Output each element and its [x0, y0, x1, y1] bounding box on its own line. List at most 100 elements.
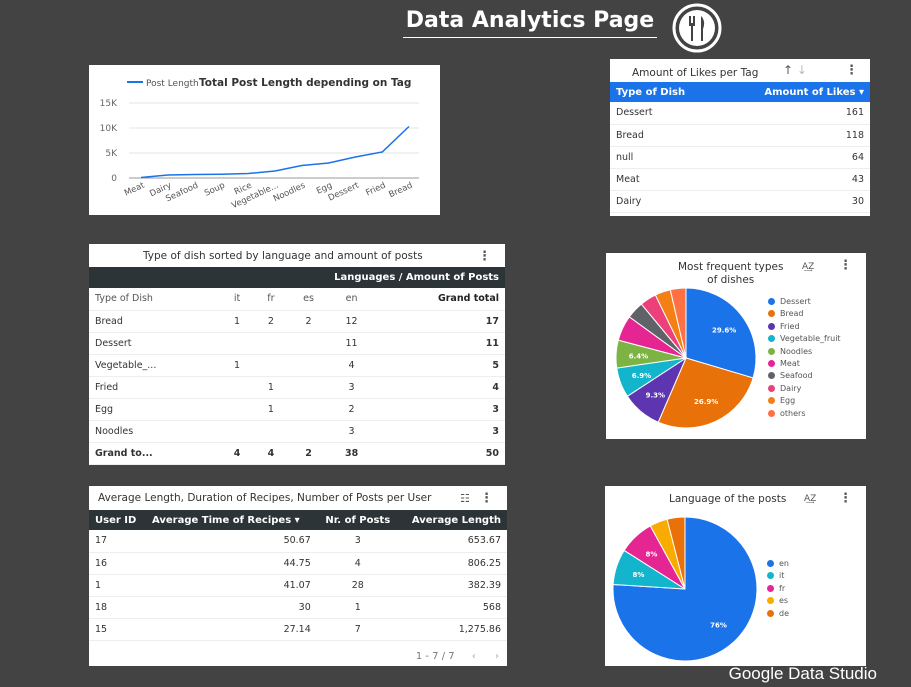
x-tick-label: Bread — [387, 181, 414, 201]
cell — [220, 332, 254, 355]
slice-label: 9.3% — [646, 391, 665, 399]
likes-table-card: Amount of Likes per Tag ↑ ↓ ⋮ Type of Di… — [610, 59, 870, 216]
legend-item[interactable]: Meat — [768, 359, 800, 368]
legend-item[interactable]: fr — [767, 584, 785, 593]
slice-label: 76% — [710, 622, 727, 630]
legend-label: en — [779, 559, 789, 568]
table-row: Noodles 3 3 — [89, 420, 505, 443]
more-menu-icon[interactable]: ⋮ — [480, 492, 493, 505]
cell: 30 — [146, 596, 317, 619]
avg-table-title: Average Length, Duration of Recipes, Num… — [98, 492, 432, 504]
col-header[interactable]: Type of Dish — [89, 288, 221, 311]
legend-item[interactable]: Dessert — [768, 297, 811, 306]
table-row: Dessert 11 11 — [89, 332, 505, 355]
col-header[interactable]: Nr. of Posts — [316, 510, 399, 530]
more-menu-icon[interactable]: ⋮ — [478, 250, 491, 263]
cell: 1 — [89, 574, 146, 597]
cell: Dessert — [610, 102, 720, 125]
cell: 4 — [316, 552, 399, 575]
cell — [220, 420, 254, 443]
col-header[interactable]: es — [288, 288, 329, 311]
cell: 28 — [316, 574, 399, 597]
legend-swatch — [768, 372, 775, 380]
next-page-icon[interactable]: › — [495, 651, 499, 662]
legend-label: Dairy — [780, 383, 802, 393]
legend-item[interactable]: Seafood — [768, 371, 813, 380]
pivot-table-card: Type of dish sorted by language and amou… — [89, 244, 505, 465]
cell: 16 — [89, 552, 146, 575]
cell — [220, 376, 254, 399]
legend-item[interactable]: de — [767, 609, 789, 618]
legend-swatch — [768, 298, 775, 305]
col-header[interactable]: fr — [253, 288, 289, 311]
y-tick-label: 15K — [100, 99, 118, 109]
cell — [288, 332, 329, 355]
cell: 15 — [89, 618, 146, 641]
cell: 17 — [89, 530, 146, 553]
legend-item[interactable]: en — [767, 559, 789, 568]
cell: Bread — [89, 310, 221, 333]
col-header[interactable]: User ID — [89, 510, 146, 530]
legend-swatch — [768, 409, 775, 417]
table-row: Dairy 30 — [610, 190, 870, 213]
lang-pie-card: Language of the posts A͢Z ⋮ 76% 8% 8% en it… — [605, 486, 866, 666]
filter-icon[interactable]: ☷ — [460, 492, 470, 505]
legend-swatch — [768, 384, 775, 392]
legend-swatch — [768, 360, 775, 367]
cell: 4 — [253, 442, 289, 465]
table-row: null 64 — [610, 146, 870, 169]
table-row: Vegetable_... 1 4 5 — [89, 354, 505, 377]
legend-item[interactable]: Bread — [768, 309, 804, 318]
likes-table-title: Amount of Likes per Tag — [632, 67, 759, 79]
cell: 2 — [288, 442, 329, 465]
legend-swatch — [768, 397, 775, 405]
cell: 4 — [374, 376, 505, 399]
group-header-label: Languages / Amount of Posts — [334, 272, 499, 283]
cell: 2 — [253, 310, 289, 333]
legend-swatch — [767, 609, 774, 617]
cell: Bread — [610, 124, 720, 147]
cell: 806.25 — [398, 552, 507, 575]
cell: 5 — [374, 354, 505, 377]
cell — [288, 376, 329, 399]
more-menu-icon[interactable]: ⋮ — [845, 64, 858, 77]
cell: Noodles — [89, 420, 221, 443]
x-tick-label: Dessert — [327, 180, 361, 203]
col-header[interactable]: Grand total — [374, 288, 505, 311]
page-title: Data Analytics Page — [403, 6, 657, 38]
table-row: Bread 118 — [610, 124, 870, 147]
pivot-table: Type of Dish it fr es en Grand total Bre… — [89, 288, 505, 465]
cell — [253, 332, 289, 355]
col-header[interactable]: it — [220, 288, 254, 311]
cell: 382.39 — [398, 574, 507, 597]
legend-item[interactable]: Fried — [768, 322, 800, 331]
legend-label: Egg — [780, 396, 796, 406]
col-header-likes[interactable]: Amount of Likes ▾ — [719, 82, 870, 102]
legend-item[interactable]: es — [767, 596, 788, 605]
prev-page-icon[interactable]: ‹ — [472, 651, 476, 662]
table-row: Bread 1 2 2 12 17 — [89, 310, 505, 333]
legend-swatch — [767, 560, 774, 567]
cell: Vegetable_... — [89, 354, 221, 377]
legend-item[interactable]: others — [768, 409, 805, 418]
legend-item[interactable]: it — [767, 571, 784, 580]
col-header[interactable]: Average Length — [398, 510, 507, 530]
col-header[interactable]: Average Time of Recipes ▾ — [146, 510, 317, 530]
col-header-dish[interactable]: Type of Dish — [610, 82, 720, 102]
cell — [288, 420, 329, 443]
col-header[interactable]: en — [328, 288, 375, 311]
sort-arrows-icon[interactable]: ↑ ↓ — [783, 64, 807, 77]
cell: 4 — [220, 442, 254, 465]
cell: 1 — [316, 596, 399, 619]
slice-label: 26.9% — [694, 398, 718, 406]
pivot-table-title: Type of dish sorted by language and amou… — [143, 250, 423, 262]
legend-item[interactable]: Vegetable_fruit — [768, 334, 841, 343]
legend-item[interactable]: Egg — [768, 396, 795, 405]
cell: Dessert — [89, 332, 221, 355]
legend-swatch — [768, 347, 775, 355]
table-row: 1 41.07 28 382.39 — [89, 574, 507, 597]
cell: 118 — [719, 124, 870, 147]
legend-item[interactable]: Dairy — [768, 384, 801, 393]
line-legend: Post Length — [127, 79, 199, 89]
legend-item[interactable]: Noodles — [768, 347, 812, 356]
